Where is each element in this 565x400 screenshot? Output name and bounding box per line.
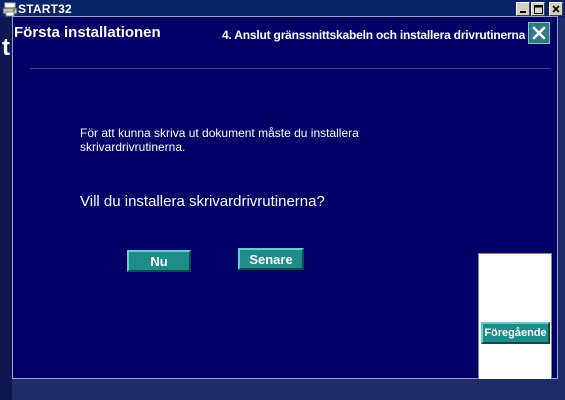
left-strip: t xyxy=(0,18,12,400)
install-question: Vill du installera skrivardrivrutinerna? xyxy=(80,193,325,210)
previous-label: Föregående xyxy=(484,327,547,339)
bottom-strip xyxy=(12,379,558,400)
dialog-title: Första installationen xyxy=(14,24,161,41)
info-message: För att kunna skriva ut dokument måste d… xyxy=(80,126,359,154)
install-now-label: Nu xyxy=(150,253,168,269)
header-divider xyxy=(30,68,550,69)
dialog-step-label: 4. Anslut gränssnittskabeln och installe… xyxy=(222,28,526,42)
window-title: START32 xyxy=(18,2,72,16)
dialog-header: Första installationen 4. Anslut gränssni… xyxy=(14,22,552,46)
install-now-button[interactable]: Nu xyxy=(127,250,191,272)
previous-button[interactable]: Föregående xyxy=(481,322,550,344)
close-icon[interactable] xyxy=(549,2,563,16)
minimize-icon[interactable] xyxy=(516,2,530,16)
printer-icon xyxy=(2,1,18,17)
window-controls xyxy=(516,2,563,16)
navigation-panel xyxy=(478,253,552,387)
maximize-icon[interactable] xyxy=(531,2,545,16)
background-letter: t xyxy=(2,34,10,61)
install-later-label: Senare xyxy=(249,251,293,267)
close-x-icon[interactable] xyxy=(528,22,550,44)
install-later-button[interactable]: Senare xyxy=(238,248,304,270)
